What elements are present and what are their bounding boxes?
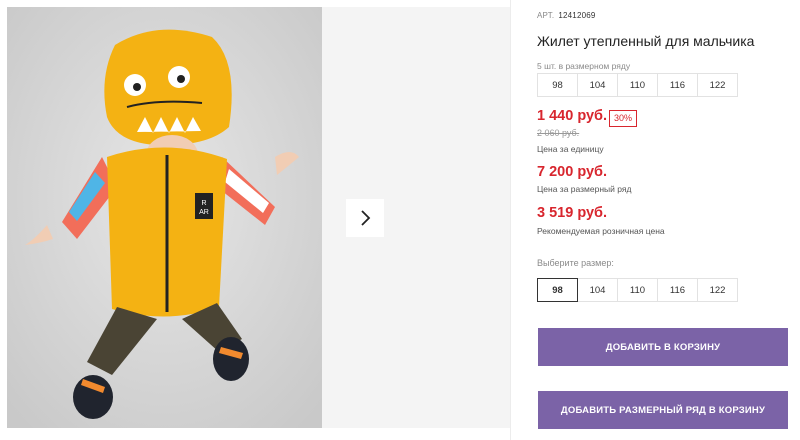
pack-price: 7 200 руб.	[537, 164, 608, 180]
pack-size-cell: 98	[537, 73, 578, 97]
pack-size-cell: 116	[657, 73, 698, 97]
pack-price-note: Цена за размерный ряд	[537, 184, 632, 194]
product-photo[interactable]: R AR	[7, 7, 322, 428]
sku-value: 12412069	[558, 11, 596, 20]
retail-price: 3 519 руб.	[537, 205, 608, 221]
sku-label: АРТ.	[537, 11, 555, 20]
size-option-122[interactable]: 122	[697, 278, 738, 302]
discount-badge: 30%	[609, 110, 638, 127]
retail-price-note: Рекомендуемая розничная цена	[537, 226, 665, 236]
old-price: 2 060 руб.	[537, 128, 580, 138]
gallery-next-button[interactable]	[346, 199, 384, 237]
add-to-cart-button[interactable]: Добавить в корзину	[538, 328, 788, 366]
size-option-104[interactable]: 104	[577, 278, 618, 302]
svg-text:AR: AR	[199, 209, 209, 216]
product-title: Жилет утепленный для мальчика	[537, 33, 755, 49]
product-info: АРТ. 12412069 Жилет утепленный для мальчи…	[537, 0, 792, 440]
size-picker: 98 104 110 116 122	[537, 278, 738, 302]
pack-size-cell: 104	[577, 73, 618, 97]
chevron-right-icon	[361, 210, 371, 226]
pack-size-row: 98 104 110 116 122	[537, 73, 738, 97]
pack-size-cell: 110	[617, 73, 658, 97]
size-option-110[interactable]: 110	[617, 278, 658, 302]
column-divider	[510, 0, 511, 440]
add-pack-to-cart-button[interactable]: Добавить размерный ряд в корзину	[538, 391, 788, 429]
pack-note: 5 шт. в размерном ряду	[537, 61, 631, 71]
unit-price: 1 440 руб.	[537, 108, 608, 124]
size-option-116[interactable]: 116	[657, 278, 698, 302]
product-photo-image: R AR	[7, 7, 322, 428]
size-option-98[interactable]: 98	[537, 278, 578, 302]
size-picker-label: Выберите размер:	[537, 258, 614, 268]
svg-text:R: R	[201, 200, 206, 207]
unit-price-note: Цена за единицу	[537, 144, 604, 154]
pack-size-cell: 122	[697, 73, 738, 97]
product-sku: АРТ. 12412069	[537, 11, 596, 20]
